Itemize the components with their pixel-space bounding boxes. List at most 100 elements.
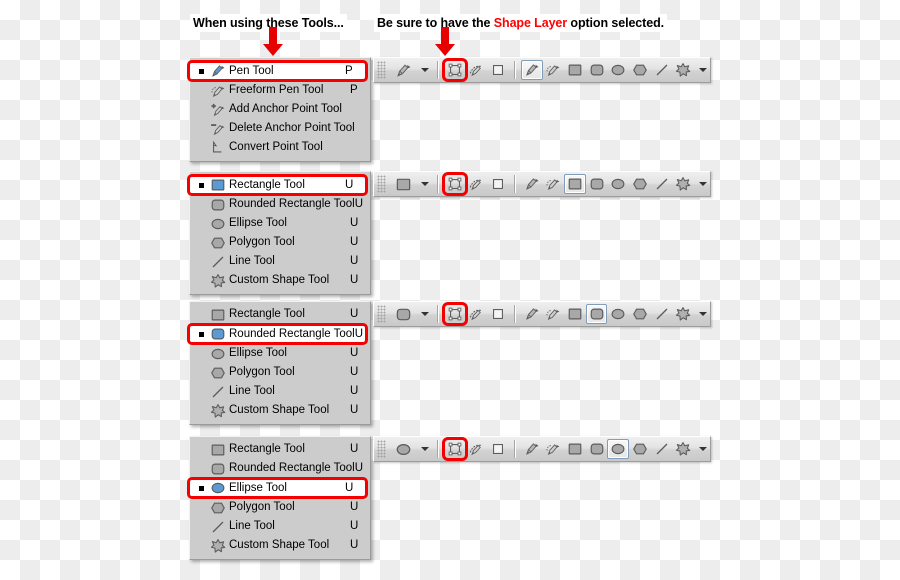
freeform-pen-tool-button[interactable] — [543, 60, 565, 80]
current-tool-preset[interactable] — [390, 58, 432, 82]
fill-pixels-button[interactable] — [487, 60, 509, 80]
options-bar-grip[interactable] — [377, 175, 386, 193]
shape-layers-button[interactable] — [442, 302, 468, 326]
paths-button[interactable] — [466, 304, 488, 324]
menu-item-pen-tool[interactable]: Pen Tool P — [187, 60, 368, 82]
menu-item-polygon-tool[interactable]: Polygon Tool U — [190, 233, 370, 252]
tool-flyout-menu: Rectangle Tool U Rounded Rectangle Tool U El… — [187, 171, 371, 295]
polygon-tool-button[interactable] — [629, 439, 651, 459]
chevron-down-icon[interactable] — [421, 447, 429, 451]
rectangle-tool-button[interactable] — [564, 439, 586, 459]
caption-right-highlight: Shape Layer — [493, 16, 568, 30]
line-tool-button[interactable] — [651, 174, 673, 194]
freeform-pen-tool-button[interactable] — [543, 304, 565, 324]
ellipse-tool-button[interactable] — [607, 439, 630, 459]
menu-item-custom-shape-tool[interactable]: Custom Shape Tool U — [190, 536, 370, 555]
rounded-rectangle-button[interactable] — [586, 60, 608, 80]
menu-item-label: Rounded Rectangle Tool — [229, 198, 355, 210]
options-bar — [373, 436, 711, 462]
menu-item-shortcut: U — [354, 462, 364, 474]
menu-item-convert-point-tool[interactable]: Convert Point Tool — [190, 138, 370, 157]
menu-item-rectangle-tool[interactable]: Rectangle Tool U — [187, 174, 368, 196]
custom-shape-tool-button[interactable] — [672, 304, 694, 324]
shape-layers-button[interactable] — [442, 58, 468, 82]
line-tool-button[interactable] — [651, 60, 673, 80]
chevron-down-icon[interactable] — [421, 312, 429, 316]
menu-item-shortcut: U — [350, 443, 359, 455]
chevron-down-icon[interactable] — [699, 447, 708, 451]
menu-item-rectangle-tool[interactable]: Rectangle Tool U — [190, 440, 370, 459]
paths-button[interactable] — [466, 439, 488, 459]
polygon-tool-button[interactable] — [629, 174, 651, 194]
menu-item-shortcut: U — [350, 520, 359, 532]
menu-item-delete-anchor-point-tool[interactable]: Delete Anchor Point Tool — [190, 119, 370, 138]
menu-item-ellipse-tool[interactable]: Ellipse Tool U — [190, 344, 370, 363]
line-tool-button[interactable] — [651, 304, 673, 324]
custom-shape-tool-button[interactable] — [672, 174, 694, 194]
options-bar-grip[interactable] — [377, 61, 386, 79]
polygon-tool-button[interactable] — [629, 304, 651, 324]
ellipse-tool-button[interactable] — [607, 60, 629, 80]
red-down-arrow-shape-layer — [434, 27, 456, 57]
menu-item-label: Polygon Tool — [229, 501, 295, 513]
pen-tool-button[interactable] — [521, 439, 543, 459]
rectangle-tool-icon — [207, 442, 229, 458]
chevron-down-icon[interactable] — [421, 182, 429, 186]
menu-item-line-tool[interactable]: Line Tool U — [190, 252, 370, 271]
menu-item-ellipse-tool[interactable]: Ellipse Tool U — [190, 214, 370, 233]
custom-shape-tool-button[interactable] — [672, 60, 694, 80]
polygon-tool-icon — [207, 235, 229, 251]
freeform-pen-tool-button[interactable] — [543, 174, 565, 194]
menu-item-custom-shape-tool[interactable]: Custom Shape Tool U — [190, 271, 370, 290]
custom-shape-tool-button[interactable] — [672, 439, 694, 459]
rounded-rectangle-button[interactable] — [586, 174, 608, 194]
menu-item-custom-shape-tool[interactable]: Custom Shape Tool U — [190, 401, 370, 420]
line-tool-button[interactable] — [651, 439, 673, 459]
toolbar-separator — [437, 175, 439, 193]
selected-bullet-icon — [195, 68, 207, 74]
rectangle-tool-button[interactable] — [564, 174, 586, 194]
ellipse-tool-button[interactable] — [607, 174, 629, 194]
shape-layers-button[interactable] — [442, 437, 468, 461]
chevron-down-icon[interactable] — [699, 182, 708, 186]
rounded-rectangle-button[interactable] — [586, 439, 608, 459]
menu-item-shortcut: U — [350, 255, 359, 267]
menu-item-rounded-rectangle-tool[interactable]: Rounded Rectangle Tool U — [190, 459, 370, 478]
menu-item-line-tool[interactable]: Line Tool U — [190, 382, 370, 401]
paths-button[interactable] — [466, 60, 488, 80]
chevron-down-icon[interactable] — [699, 68, 708, 72]
pen-tool-button[interactable] — [521, 174, 543, 194]
pen-tool-button[interactable] — [520, 60, 543, 80]
polygon-tool-button[interactable] — [629, 60, 651, 80]
paths-button[interactable] — [466, 174, 488, 194]
fill-pixels-button[interactable] — [487, 439, 509, 459]
menu-item-rectangle-tool[interactable]: Rectangle Tool U — [190, 305, 370, 324]
freeform-pen-tool-button[interactable] — [543, 439, 565, 459]
options-bar-grip[interactable] — [377, 440, 386, 458]
menu-item-line-tool[interactable]: Line Tool U — [190, 517, 370, 536]
menu-item-label: Rounded Rectangle Tool — [229, 462, 355, 474]
current-tool-preset[interactable] — [390, 437, 432, 461]
menu-item-freeform-pen-tool[interactable]: Freeform Pen Tool P — [190, 81, 370, 100]
current-tool-preset[interactable] — [390, 302, 432, 326]
menu-item-add-anchor-point-tool[interactable]: Add Anchor Point Tool — [190, 100, 370, 119]
chevron-down-icon[interactable] — [699, 312, 708, 316]
menu-item-ellipse-tool[interactable]: Ellipse Tool U — [187, 477, 368, 499]
current-tool-preset[interactable] — [390, 172, 432, 196]
rectangle-tool-button[interactable] — [564, 60, 586, 80]
add-anchor-point-tool-icon — [207, 102, 229, 118]
ellipse-tool-button[interactable] — [607, 304, 629, 324]
pen-tool-button[interactable] — [521, 304, 543, 324]
toolbar-separator — [513, 440, 516, 458]
menu-item-rounded-rectangle-tool[interactable]: Rounded Rectangle Tool U — [187, 323, 368, 345]
rectangle-tool-button[interactable] — [564, 304, 586, 324]
rounded-rectangle-button[interactable] — [585, 304, 608, 324]
chevron-down-icon[interactable] — [421, 68, 429, 72]
fill-pixels-button[interactable] — [487, 304, 509, 324]
menu-item-polygon-tool[interactable]: Polygon Tool U — [190, 363, 370, 382]
menu-item-rounded-rectangle-tool[interactable]: Rounded Rectangle Tool U — [190, 195, 370, 214]
menu-item-polygon-tool[interactable]: Polygon Tool U — [190, 498, 370, 517]
shape-layers-button[interactable] — [442, 172, 468, 196]
options-bar-grip[interactable] — [377, 305, 386, 323]
fill-pixels-button[interactable] — [487, 174, 509, 194]
